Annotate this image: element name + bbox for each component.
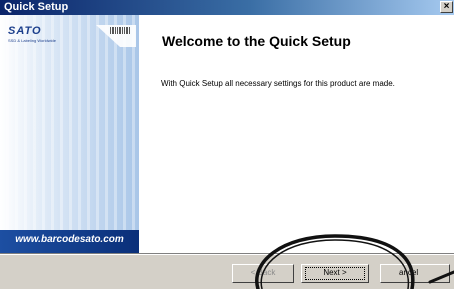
side-banner: SATO SSD & Labeling Worldwide www.barcod… bbox=[0, 15, 139, 253]
description-text: With Quick Setup all necessary settings … bbox=[161, 79, 395, 88]
quick-setup-window: Quick Setup × SATO SSD & Labeling Worldw… bbox=[0, 0, 454, 289]
banner-stripes bbox=[0, 15, 139, 253]
window-title: Quick Setup bbox=[4, 1, 69, 13]
barcode-graphic-icon bbox=[96, 25, 136, 47]
close-button[interactable]: × bbox=[440, 1, 453, 13]
banner-url: www.barcodesato.com bbox=[15, 234, 124, 245]
logo-tagline: SSD & Labeling Worldwide bbox=[8, 38, 56, 43]
divider bbox=[0, 254, 454, 255]
next-button-label: Next > bbox=[323, 268, 347, 277]
close-icon: × bbox=[443, 1, 450, 12]
banner-url-bar: www.barcodesato.com bbox=[0, 230, 139, 253]
back-button-label: < Back bbox=[250, 268, 276, 277]
cancel-button-label: ancel bbox=[399, 268, 419, 277]
cancel-button[interactable]: ancel bbox=[380, 264, 450, 283]
button-bar: < Back Next > ancel bbox=[0, 253, 454, 289]
page-title: Welcome to the Quick Setup bbox=[162, 33, 351, 49]
back-button[interactable]: < Back bbox=[232, 264, 294, 283]
next-button[interactable]: Next > bbox=[301, 264, 369, 283]
sato-logo: SATO bbox=[8, 25, 42, 37]
title-bar[interactable]: Quick Setup × bbox=[0, 0, 454, 15]
